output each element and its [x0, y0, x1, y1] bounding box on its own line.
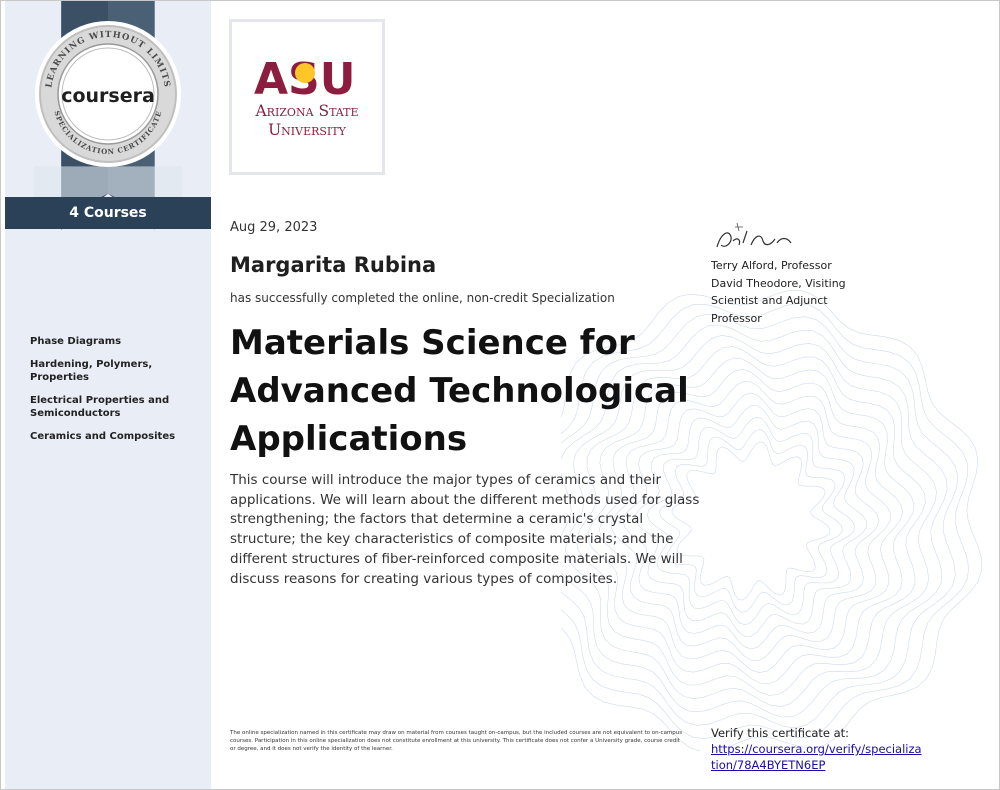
- university-logo: ASU Arizona State University: [229, 19, 385, 175]
- signer: David Theodore, Visiting Scientist and A…: [711, 276, 846, 325]
- certificate-page: LEARNING WITHOUT LIMITS SPECIALIZATION C…: [0, 0, 1000, 790]
- specialization-seal: LEARNING WITHOUT LIMITS SPECIALIZATION C…: [35, 21, 181, 167]
- signature: [716, 222, 792, 248]
- sidebar: LEARNING WITHOUT LIMITS SPECIALIZATION C…: [5, 1, 211, 789]
- recipient-name: Margarita Rubina: [230, 253, 437, 277]
- verify-section: Verify this certificate at: https://cour…: [711, 725, 926, 773]
- course-item: Electrical Properties and Semiconductors: [30, 395, 170, 419]
- signers: Terry Alford, Professor David Theodore, …: [711, 257, 861, 327]
- course-item: Ceramics and Composites: [30, 431, 176, 442]
- course-list: Phase Diagrams Hardening, Polymers, Prop…: [30, 335, 205, 453]
- specialization-title: Materials Science for Advanced Technolog…: [230, 323, 689, 459]
- issue-date: Aug 29, 2023: [230, 220, 318, 235]
- signer: Terry Alford, Professor: [711, 259, 832, 272]
- disclaimer-fine-print: The online specialization named in this …: [230, 730, 683, 752]
- course-item: Phase Diagrams: [30, 336, 122, 347]
- course-item: Hardening, Polymers, Properties: [30, 359, 153, 383]
- completion-statement: has successfully completed the online, n…: [230, 291, 615, 305]
- course-count-badge: 4 Courses: [5, 197, 211, 229]
- verify-label: Verify this certificate at:: [711, 726, 850, 740]
- logo-line-1: Arizona State: [254, 102, 358, 120]
- specialization-description: This course will introduce the major typ…: [230, 472, 700, 587]
- verify-link[interactable]: https://coursera.org/verify/specializati…: [711, 742, 922, 772]
- logo-line-2: University: [268, 121, 347, 139]
- coursera-brand: coursera: [61, 85, 155, 107]
